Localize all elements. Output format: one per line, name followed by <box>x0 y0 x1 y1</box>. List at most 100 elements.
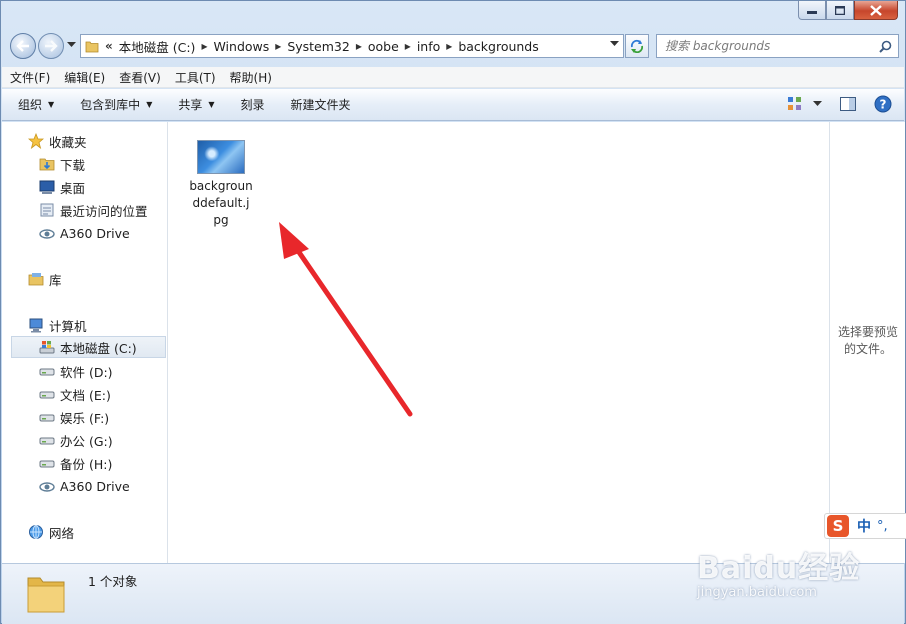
overflow-chevron[interactable]: « <box>105 39 113 53</box>
crumb-info[interactable]: info <box>417 39 440 54</box>
dropdown-arrow-icon: ▼ <box>146 100 153 109</box>
crumb-separator-icon[interactable]: ▸ <box>356 39 362 53</box>
crumb-separator-icon[interactable]: ▸ <box>275 39 281 53</box>
menu-file[interactable]: 文件(F) <box>10 69 50 86</box>
address-bar[interactable]: « 本地磁盘 (C:) ▸ Windows ▸ System32 ▸ oobe … <box>80 34 624 58</box>
chevron-down-icon[interactable] <box>610 41 619 47</box>
dropdown-arrow-icon: ▼ <box>208 100 215 109</box>
arrow-left-icon <box>16 40 29 52</box>
nav-network[interactable]: 网络 <box>28 521 74 543</box>
view-options-icon[interactable] <box>787 96 803 112</box>
main-area: 收藏夹 下载 桌面 最近访问的位置 A360 Drive 库 计算机 本地磁盘 … <box>2 122 905 563</box>
refresh-button[interactable] <box>625 34 649 58</box>
nav-drive-f[interactable]: 娱乐 (F:) <box>39 406 109 428</box>
nav-recent-places-label: 最近访问的位置 <box>60 203 148 219</box>
ime-punctuation-mode[interactable]: °, <box>877 519 888 534</box>
nav-drive-c[interactable]: 本地磁盘 (C:) <box>11 336 166 358</box>
crumb-system32[interactable]: System32 <box>287 39 350 54</box>
explorer-window: « 本地磁盘 (C:) ▸ Windows ▸ System32 ▸ oobe … <box>0 0 906 624</box>
minimize-button[interactable] <box>798 1 826 20</box>
chevron-down-icon[interactable] <box>813 101 822 107</box>
crumb-drive-c[interactable]: 本地磁盘 (C:) <box>119 37 196 56</box>
back-button[interactable] <box>10 33 36 59</box>
nav-a360-drive-computer-label: A360 Drive <box>60 478 130 494</box>
include-library-button[interactable]: 包含到库中 ▼ <box>80 96 152 113</box>
file-list: backgrounddefault.jpg <box>169 122 829 563</box>
folder-icon <box>85 41 99 53</box>
search-icon[interactable] <box>879 40 892 53</box>
nav-a360-drive-favorite-label: A360 Drive <box>60 225 130 241</box>
nav-desktop-label: 桌面 <box>60 180 86 196</box>
crumb-separator-icon[interactable]: ▸ <box>405 39 411 53</box>
drive-icon <box>39 460 55 468</box>
nav-drive-e[interactable]: 文档 (E:) <box>39 383 111 405</box>
desktop-icon <box>39 180 55 194</box>
image-thumbnail <box>197 140 245 174</box>
nav-drive-g[interactable]: 办公 (G:) <box>39 429 113 451</box>
ime-toolbar[interactable]: S 中 °, <box>824 513 906 539</box>
nav-downloads[interactable]: 下载 <box>39 153 85 175</box>
menu-edit[interactable]: 编辑(E) <box>64 69 105 86</box>
breadcrumb: 本地磁盘 (C:) ▸ Windows ▸ System32 ▸ oobe ▸ … <box>119 37 539 56</box>
nav-drive-h[interactable]: 备份 (H:) <box>39 452 112 474</box>
drive-icon <box>39 368 55 376</box>
computer-icon <box>29 318 43 333</box>
organize-button[interactable]: 组织 ▼ <box>18 96 54 113</box>
watermark-text: Baidu经验 <box>697 551 861 586</box>
preview-message: 选择要预览的文件。 <box>837 325 898 356</box>
close-button[interactable] <box>854 1 898 20</box>
network-icon <box>29 525 43 539</box>
item-count: 1 个对象 <box>88 574 138 589</box>
crumb-separator-icon[interactable]: ▸ <box>201 39 207 53</box>
menu-view[interactable]: 查看(V) <box>119 69 161 86</box>
share-button[interactable]: 共享 ▼ <box>178 96 214 113</box>
new-folder-label: 新建文件夹 <box>290 98 351 112</box>
close-icon <box>870 4 882 16</box>
menu-tools[interactable]: 工具(T) <box>175 69 216 86</box>
nav-drive-d[interactable]: 软件 (D:) <box>39 360 113 382</box>
help-icon[interactable]: ? <box>874 95 892 113</box>
new-folder-button[interactable]: 新建文件夹 <box>291 96 351 113</box>
preview-pane-icon[interactable] <box>840 96 856 112</box>
window-controls <box>798 1 898 20</box>
nav-libraries-label: 库 <box>49 272 62 288</box>
nav-drive-h-label: 备份 (H:) <box>60 456 113 472</box>
nav-network-label: 网络 <box>49 525 75 541</box>
nav-a360-drive-computer[interactable]: A360 Drive <box>39 475 130 497</box>
history-dropdown-icon[interactable] <box>67 42 76 48</box>
dropdown-arrow-icon: ▼ <box>48 100 55 109</box>
nav-favorites[interactable]: 收藏夹 <box>28 130 87 152</box>
crumb-backgrounds[interactable]: backgrounds <box>458 39 538 54</box>
ime-language-mode[interactable]: 中 <box>857 516 871 536</box>
file-item[interactable]: backgrounddefault.jpg <box>189 140 253 229</box>
star-icon <box>28 133 44 149</box>
drive-icon <box>39 414 55 422</box>
nav-downloads-label: 下载 <box>60 157 86 173</box>
nav-desktop[interactable]: 桌面 <box>39 176 85 198</box>
search-input[interactable] <box>665 39 865 53</box>
nav-computer-label: 计算机 <box>49 318 87 334</box>
search-box[interactable] <box>656 34 899 58</box>
nav-drive-d-label: 软件 (D:) <box>60 364 113 380</box>
nav-computer[interactable]: 计算机 <box>28 314 87 336</box>
watermark-url: jingyan.baidu.com <box>697 585 817 600</box>
burn-button[interactable]: 刻录 <box>241 96 265 113</box>
menu-help[interactable]: 帮助(H) <box>230 69 272 86</box>
drive-icon <box>39 437 55 445</box>
maximize-icon <box>835 5 845 15</box>
nav-favorites-label: 收藏夹 <box>49 134 87 150</box>
sogou-logo: S <box>827 515 849 537</box>
library-icon <box>28 273 44 286</box>
crumb-oobe[interactable]: oobe <box>368 39 399 54</box>
forward-button[interactable] <box>38 33 64 59</box>
nav-libraries[interactable]: 库 <box>28 268 62 290</box>
nav-a360-drive-favorite[interactable]: A360 Drive <box>39 222 130 244</box>
crumb-separator-icon[interactable]: ▸ <box>446 39 452 53</box>
drive-icon <box>39 391 55 399</box>
nav-recent-places[interactable]: 最近访问的位置 <box>39 199 148 221</box>
command-bar: 组织 ▼ 包含到库中 ▼ 共享 ▼ 刻录 新建文件夹 ? <box>2 89 904 121</box>
crumb-windows[interactable]: Windows <box>213 39 269 54</box>
a360-drive-icon <box>39 482 55 492</box>
maximize-button[interactable] <box>826 1 854 20</box>
navigation-pane: 收藏夹 下载 桌面 最近访问的位置 A360 Drive 库 计算机 本地磁盘 … <box>2 122 168 563</box>
